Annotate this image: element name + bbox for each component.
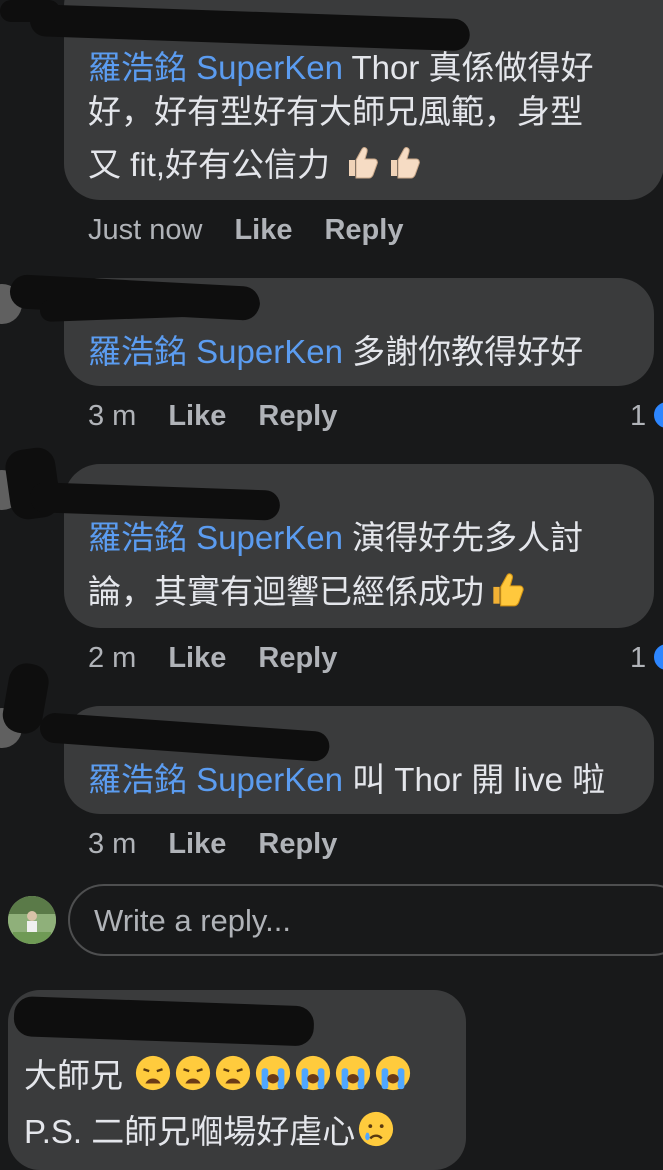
- comment-text-line: 論，其實有迴響已經係成功: [88, 573, 484, 611]
- comment-meta: 2 m Like Reply: [88, 642, 337, 675]
- comment-text: 又 fit,好有公信力: [88, 142, 423, 193]
- reply-button[interactable]: Reply: [258, 642, 337, 674]
- timestamp: 3 m: [88, 400, 137, 432]
- comment-meta: 3 m Like Reply: [88, 400, 337, 433]
- comment-text: P.S. 二師兄嗰場好虐心: [24, 1110, 395, 1159]
- reply-placeholder: Write a reply...: [94, 903, 291, 938]
- crying-face-icon: [357, 1110, 395, 1159]
- comment-text-line: P.S. 二師兄嗰場好虐心: [24, 1113, 356, 1151]
- comment-text: 羅浩銘 SuperKen 演得好先多人討: [88, 516, 583, 560]
- user-mention[interactable]: 羅浩銘 SuperKen: [88, 49, 343, 86]
- like-button[interactable]: Like: [168, 642, 226, 674]
- user-mention[interactable]: 羅浩銘 SuperKen: [88, 761, 343, 798]
- thumbs-up-light-icon: [341, 142, 381, 193]
- reply-button[interactable]: Reply: [258, 400, 337, 432]
- thumbs-up-icon: [486, 568, 528, 621]
- avatar-photo-icon: [8, 896, 56, 944]
- timestamp: 2 m: [88, 642, 137, 674]
- comment-text-line: 大師兄: [24, 1057, 123, 1095]
- user-mention[interactable]: 羅浩銘 SuperKen: [88, 519, 343, 556]
- reaction-count[interactable]: 1: [630, 400, 646, 433]
- loudly-crying-face-icon: [254, 1054, 292, 1103]
- loudly-crying-face-icon: [374, 1054, 412, 1103]
- timestamp: Just now: [88, 214, 203, 246]
- weary-face-icon: [174, 1054, 212, 1103]
- comment-text-line: 多謝你教得好好: [342, 333, 584, 370]
- reply-button[interactable]: Reply: [258, 828, 337, 860]
- loudly-crying-face-icon: [334, 1054, 372, 1103]
- comment-text: 大師兄: [24, 1054, 412, 1103]
- comment-text-line: 又 fit,好有公信力: [88, 146, 331, 184]
- comment-text: 羅浩銘 SuperKen 叫 Thor 開 live 啦: [88, 758, 605, 802]
- like-button[interactable]: Like: [168, 828, 226, 860]
- comment-meta: Just now Like Reply: [88, 214, 403, 247]
- reply-input[interactable]: Write a reply...: [68, 884, 663, 956]
- reply-button[interactable]: Reply: [324, 214, 403, 246]
- reaction-count[interactable]: 1: [630, 642, 646, 675]
- timestamp: 3 m: [88, 828, 137, 860]
- like-button[interactable]: Like: [168, 400, 226, 432]
- weary-face-icon: [214, 1054, 252, 1103]
- comment-text-line: Thor 真係做得好: [342, 49, 594, 86]
- redaction-scribble: [0, 0, 60, 22]
- comment-text-line: 好，好有型好有大師兄風範，身型: [88, 93, 583, 130]
- loudly-crying-face-icon: [294, 1054, 332, 1103]
- like-reaction-icon: [652, 400, 663, 430]
- thumbs-up-light-icon: [383, 142, 423, 193]
- like-reaction-icon: [652, 642, 663, 672]
- user-mention[interactable]: 羅浩銘 SuperKen: [88, 333, 343, 370]
- comment-text-line: 叫 Thor 開 live 啦: [342, 761, 606, 798]
- comment-meta: 3 m Like Reply: [88, 828, 337, 861]
- avatar[interactable]: [8, 896, 56, 944]
- comment-text-line: 演得好先多人討: [342, 519, 584, 556]
- like-button[interactable]: Like: [234, 214, 292, 246]
- weary-face-icon: [134, 1054, 172, 1103]
- comment-text: 羅浩銘 SuperKen Thor 真係做得好: [88, 46, 594, 90]
- comment-text: 論，其實有迴響已經係成功: [88, 568, 528, 621]
- comment-text: 羅浩銘 SuperKen 多謝你教得好好: [88, 330, 583, 374]
